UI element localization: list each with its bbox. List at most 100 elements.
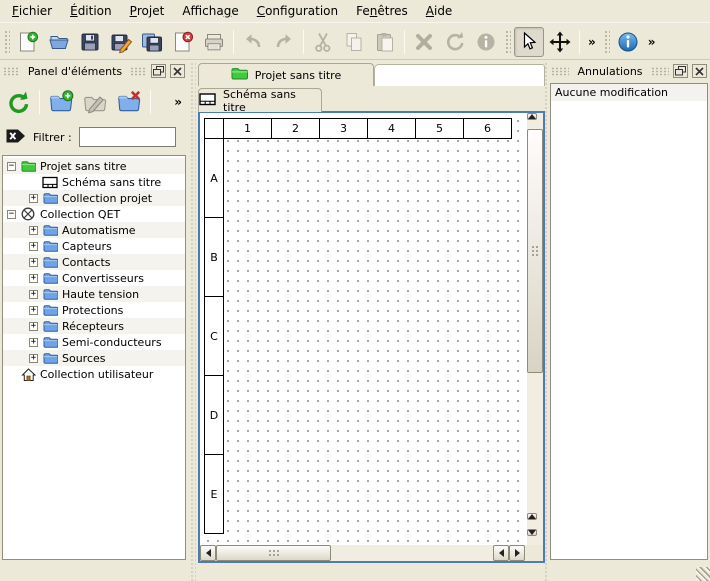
close-file-button[interactable] bbox=[168, 27, 198, 57]
tree-expander[interactable]: + bbox=[29, 338, 38, 347]
tree-item-collection-qet[interactable]: − Collection QET bbox=[3, 206, 185, 222]
tree-item-protections[interactable]: +Protections bbox=[3, 302, 185, 318]
new-category-button[interactable] bbox=[45, 86, 77, 118]
scroll-up-button-2[interactable] bbox=[527, 513, 537, 520]
scroll-right-button[interactable] bbox=[509, 545, 525, 561]
left-arrow-icon bbox=[206, 549, 211, 557]
toolbar-drag-handle[interactable] bbox=[504, 29, 511, 55]
tree-item-schema-sans-titre[interactable]: Schéma sans titre bbox=[3, 174, 185, 190]
pan-mode-button[interactable] bbox=[545, 27, 575, 57]
diagram-view[interactable]: 123456ABCDE bbox=[198, 111, 545, 563]
tree-expander[interactable]: + bbox=[29, 322, 38, 331]
tree-item-label: Collection QET bbox=[40, 208, 120, 221]
save-file-button[interactable] bbox=[75, 27, 105, 57]
scroll-left-button-2[interactable] bbox=[493, 545, 509, 561]
delete-button[interactable] bbox=[409, 27, 439, 57]
folder-blue-icon bbox=[42, 335, 58, 349]
tree-item-sources[interactable]: +Sources bbox=[3, 350, 185, 366]
tree-item-convertisseurs[interactable]: +Convertisseurs bbox=[3, 270, 185, 286]
edit-category-button[interactable] bbox=[79, 86, 111, 118]
close-icon bbox=[173, 64, 182, 79]
undo-button[interactable] bbox=[238, 27, 268, 57]
menu-projet[interactable]: Projet bbox=[121, 0, 174, 22]
tree-item-collection-projet[interactable]: +Collection projet bbox=[3, 190, 185, 206]
scroll-down-button[interactable] bbox=[527, 529, 537, 536]
tree-item-automatisme[interactable]: +Automatisme bbox=[3, 222, 185, 238]
copy-button[interactable] bbox=[339, 27, 369, 57]
tree-expander[interactable]: + bbox=[29, 226, 38, 235]
project-area: Projet sans titre Schéma sans titre 1234… bbox=[196, 62, 546, 581]
save-all-files-button[interactable] bbox=[137, 27, 167, 57]
menu-edition[interactable]: Édition bbox=[61, 0, 121, 22]
menu-aide[interactable]: Aide bbox=[417, 0, 462, 22]
toolbar-overflow-chevron[interactable]: » bbox=[584, 35, 600, 49]
tree-indent bbox=[29, 178, 38, 187]
toolbar-separator bbox=[579, 30, 580, 54]
vertical-scrollbar[interactable] bbox=[527, 113, 543, 545]
tree-item-capteurs[interactable]: +Capteurs bbox=[3, 238, 185, 254]
toolbar-drag-handle[interactable] bbox=[603, 29, 610, 55]
tree-expander[interactable]: − bbox=[7, 210, 16, 219]
select-mode-button[interactable] bbox=[514, 27, 544, 57]
tree-item-contacts[interactable]: +Contacts bbox=[3, 254, 185, 270]
tree-expander[interactable]: + bbox=[29, 354, 38, 363]
undo-list-item[interactable]: Aucune modification bbox=[551, 84, 707, 101]
diagram-grid[interactable]: 123456ABCDE bbox=[200, 113, 543, 561]
paste-button[interactable] bbox=[370, 27, 400, 57]
rotate-button[interactable] bbox=[440, 27, 470, 57]
tree-item-haute-tension[interactable]: +Haute tension bbox=[3, 286, 185, 302]
toolbar-overflow-chevron[interactable]: » bbox=[644, 35, 660, 49]
dock-title-texture bbox=[130, 67, 147, 76]
redo-button[interactable] bbox=[269, 27, 299, 57]
print-button[interactable] bbox=[199, 27, 229, 57]
elements-panel-titlebar[interactable]: Panel d'éléments bbox=[2, 62, 186, 80]
thumb-grip bbox=[531, 245, 540, 257]
tree-item-collection-utilisateur[interactable]: Collection utilisateur bbox=[3, 366, 185, 382]
tree-expander[interactable]: + bbox=[29, 258, 38, 267]
scroll-left-button[interactable] bbox=[200, 545, 216, 561]
tab-schema[interactable]: Schéma sans titre bbox=[198, 88, 322, 112]
delete-category-button[interactable] bbox=[113, 86, 145, 118]
new-file-button[interactable] bbox=[13, 27, 43, 57]
print-icon bbox=[202, 30, 226, 54]
folder-blue-icon bbox=[42, 191, 58, 205]
tree-item-label: Schéma sans titre bbox=[62, 176, 161, 189]
close-panel-button[interactable] bbox=[692, 64, 707, 78]
tree-item-recepteurs[interactable]: +Récepteurs bbox=[3, 318, 185, 334]
menu-fenetres[interactable]: Fenêtres bbox=[347, 0, 417, 22]
tree-expander[interactable]: + bbox=[29, 194, 38, 203]
scroll-up-button[interactable] bbox=[527, 113, 537, 120]
horizontal-scroll-thumb[interactable] bbox=[216, 545, 331, 561]
vertical-scroll-thumb[interactable] bbox=[527, 129, 543, 373]
tree-expander[interactable]: + bbox=[29, 290, 38, 299]
toolbar-drag-handle[interactable] bbox=[3, 29, 10, 55]
save-file-as-button[interactable] bbox=[106, 27, 136, 57]
filter-input[interactable] bbox=[79, 127, 176, 147]
row-header-A: A bbox=[204, 138, 224, 218]
clear-filter-icon[interactable] bbox=[5, 128, 26, 147]
cut-button[interactable] bbox=[308, 27, 338, 57]
float-panel-button[interactable] bbox=[673, 64, 688, 78]
reload-collections-button[interactable] bbox=[2, 86, 34, 118]
tree-item-projet-sans-titre[interactable]: −Projet sans titre bbox=[3, 158, 185, 174]
window-resize-grip[interactable] bbox=[696, 567, 710, 581]
tree-expander[interactable]: + bbox=[29, 242, 38, 251]
menu-configuration[interactable]: Configuration bbox=[248, 0, 347, 22]
menu-affichage[interactable]: Affichage bbox=[173, 0, 247, 22]
float-panel-button[interactable] bbox=[151, 64, 166, 78]
tab-project[interactable]: Projet sans titre bbox=[198, 63, 374, 86]
tree-expander[interactable]: + bbox=[29, 306, 38, 315]
tree-item-semi-conducteurs[interactable]: +Semi-conducteurs bbox=[3, 334, 185, 350]
undo-panel-titlebar[interactable]: Annulations bbox=[550, 62, 708, 80]
toolbar-overflow-chevron[interactable]: » bbox=[170, 95, 186, 109]
tree-expander[interactable]: + bbox=[29, 274, 38, 283]
close-panel-button[interactable] bbox=[170, 64, 185, 78]
about-button[interactable] bbox=[613, 27, 643, 57]
horizontal-scrollbar[interactable] bbox=[200, 545, 526, 561]
undo-icon bbox=[241, 30, 265, 54]
menu-fichier[interactable]: Fichier bbox=[3, 0, 61, 22]
open-file-button[interactable] bbox=[44, 27, 74, 57]
tree-expander[interactable]: − bbox=[7, 162, 16, 171]
element-info-button[interactable] bbox=[471, 27, 501, 57]
redo-icon bbox=[272, 30, 296, 54]
